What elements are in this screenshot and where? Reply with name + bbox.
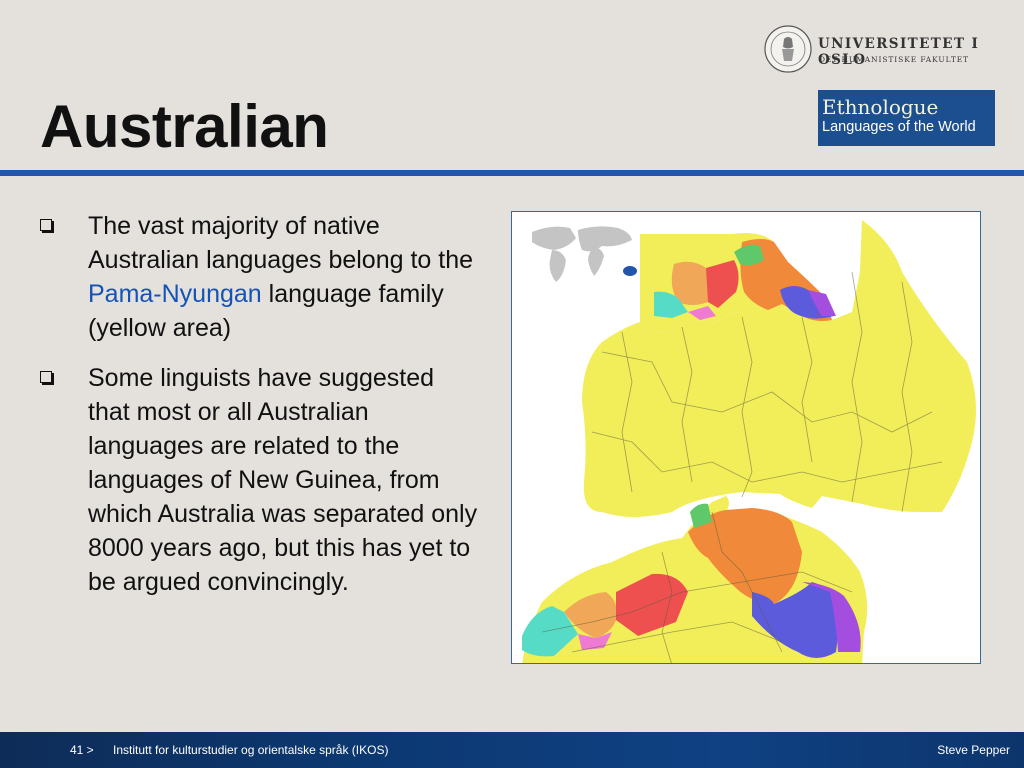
bullet-text: The vast majority of native Australian l… bbox=[88, 209, 480, 345]
checkbox-bullet-icon bbox=[40, 219, 52, 231]
author-name: Steve Pepper bbox=[937, 743, 1010, 757]
map-graphic bbox=[522, 220, 976, 663]
bullet-text-pre: The vast majority of native Australian l… bbox=[88, 212, 474, 274]
ethnologue-logo-line2: Languages of the World bbox=[822, 119, 976, 135]
university-seal-icon bbox=[764, 25, 812, 73]
title-divider bbox=[0, 170, 1024, 176]
australian-languages-map bbox=[511, 211, 981, 664]
ethnologue-logo-line1: Ethnologue bbox=[822, 95, 939, 119]
slide-title: Australian bbox=[40, 93, 329, 160]
checkbox-bullet-icon bbox=[40, 371, 52, 383]
slide-number: 41 > bbox=[70, 743, 94, 757]
world-inset-map bbox=[532, 226, 632, 282]
pama-nyungan-term: Pama-Nyungan bbox=[88, 280, 262, 308]
institute-name: Institutt for kulturstudier og orientals… bbox=[113, 743, 389, 757]
australia-inset-marker bbox=[623, 266, 637, 276]
footer-bar: 41 > Institutt for kulturstudier og orie… bbox=[0, 732, 1024, 768]
bullet-list: The vast majority of native Australian l… bbox=[40, 209, 480, 615]
bullet-text-pre: Some linguists have suggested that most … bbox=[88, 364, 478, 596]
ethnologue-logo: Ethnologue Languages of the World bbox=[818, 90, 995, 146]
faculty-name: DET HUMANISTISKE FAKULTET bbox=[819, 55, 970, 64]
bullet-text: Some linguists have suggested that most … bbox=[88, 361, 480, 599]
bullet-item: Some linguists have suggested that most … bbox=[40, 361, 480, 599]
bullet-item: The vast majority of native Australian l… bbox=[40, 209, 480, 345]
